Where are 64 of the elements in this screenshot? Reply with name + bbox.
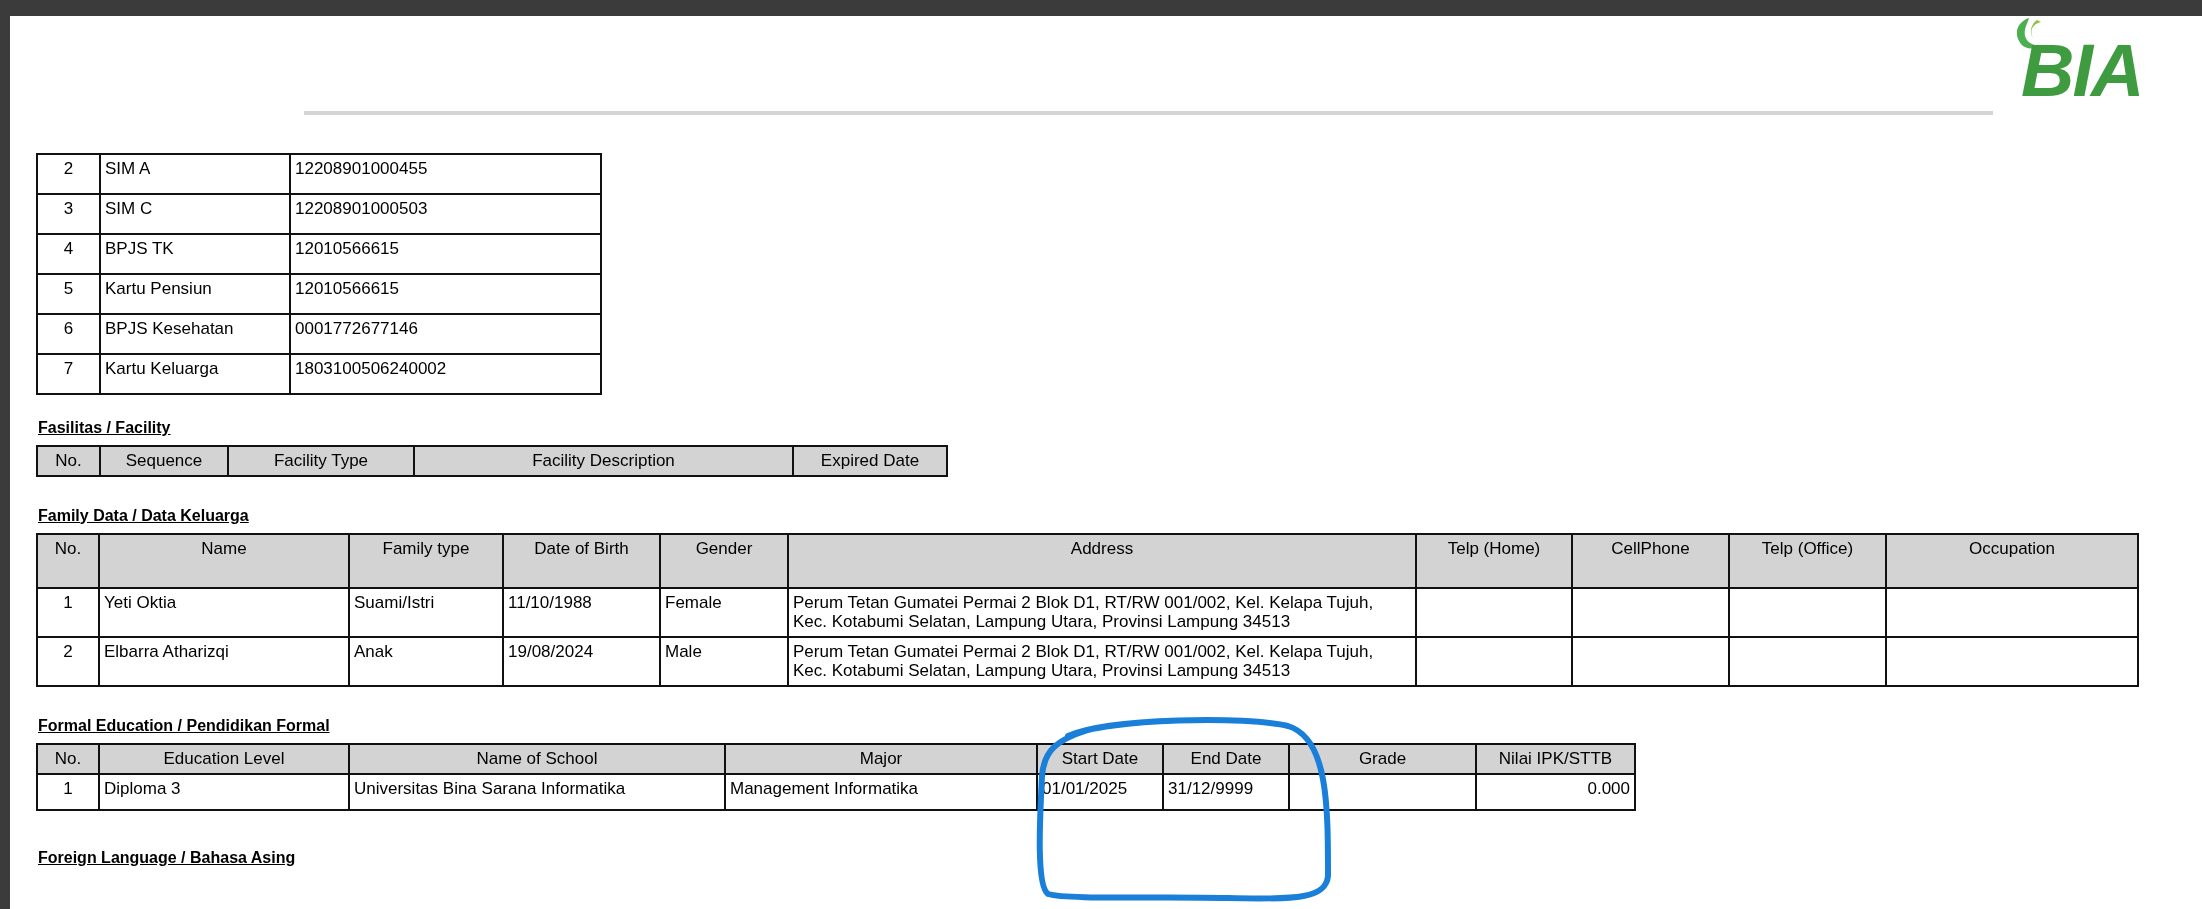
table-cell: 19/08/2024 xyxy=(503,636,660,686)
table-cell: Female xyxy=(660,587,788,637)
table-cell: 2 xyxy=(37,636,99,686)
column-header: Occupation xyxy=(1886,533,2138,588)
table-cell: 12010566615 xyxy=(290,234,601,274)
column-header: Nilai IPK/STTB xyxy=(1476,743,1635,774)
column-header: No. xyxy=(37,533,99,588)
table-cell: 5 xyxy=(37,274,100,314)
table-cell: Anak xyxy=(349,636,503,686)
table-cell: 31/12/9999 xyxy=(1163,773,1289,810)
table-cell: Yeti Oktia xyxy=(99,587,349,637)
column-header: Grade xyxy=(1289,743,1476,774)
column-header: Telp (Office) xyxy=(1729,533,1886,588)
table-cell: Kartu Keluarga xyxy=(100,354,290,394)
table-cell: 6 xyxy=(37,314,100,354)
column-header: No. xyxy=(37,446,100,476)
table-cell: Diploma 3 xyxy=(99,773,349,810)
column-header: No. xyxy=(37,743,99,774)
table-cell: Perum Tetan Gumatei Permai 2 Blok D1, RT/RW 001/002, Kel. Kelapa Tujuh, Kec. Kotabumi Selatan, Lampung Utara, Provinsi Lampung 34513 xyxy=(788,587,1416,637)
table-cell: 1 xyxy=(37,587,99,637)
table-cell: 0.000 xyxy=(1476,773,1635,810)
section-heading: Formal Education / Pendidikan Formal xyxy=(38,716,330,735)
table-cell: 12208901000503 xyxy=(290,194,601,234)
table-cell: 2 xyxy=(37,154,100,194)
column-header: Address xyxy=(788,533,1416,588)
section-heading: Family Data / Data Keluarga xyxy=(38,506,249,525)
table-cell: Universitas Bina Sarana Informatika xyxy=(349,773,725,810)
table-cell: Management Informatika xyxy=(725,773,1037,810)
table-cell: BPJS TK xyxy=(100,234,290,274)
column-header: Start Date xyxy=(1037,743,1163,774)
column-header: Education Level xyxy=(99,743,349,774)
table-cell: Perum Tetan Gumatei Permai 2 Blok D1, RT/RW 001/002, Kel. Kelapa Tujuh, Kec. Kotabumi Selatan, Lampung Utara, Provinsi Lampung 34513 xyxy=(788,636,1416,686)
column-header: Major xyxy=(725,743,1037,774)
table-cell: 0001772677146 xyxy=(290,314,601,354)
column-header: Facility Type xyxy=(228,446,414,476)
table-cell: Kartu Pensiun xyxy=(100,274,290,314)
column-header: Name xyxy=(99,533,349,588)
logo-text: BIA xyxy=(2021,34,2143,108)
section-heading: Fasilitas / Facility xyxy=(38,419,171,437)
column-header: Date of Birth xyxy=(503,533,660,588)
table-cell: 12208901000455 xyxy=(290,154,601,194)
section-heading: Foreign Language / Bahasa Asing xyxy=(38,848,296,867)
table-cell: Elbarra Atharizqi xyxy=(99,636,349,686)
table-cell: 12010566615 xyxy=(290,274,601,314)
column-header: Sequence xyxy=(100,446,228,476)
table-cell: 7 xyxy=(37,354,100,394)
table-cell: BPJS Kesehatan xyxy=(100,314,290,354)
table-cell: SIM A xyxy=(100,154,290,194)
table-cell: 3 xyxy=(37,194,100,234)
column-header: Name of School xyxy=(349,743,725,774)
column-header: Telp (Home) xyxy=(1416,533,1572,588)
table-cell: 11/10/1988 xyxy=(503,587,660,637)
table-cell: SIM C xyxy=(100,194,290,234)
column-header: Expired Date xyxy=(793,446,947,476)
column-header: Family type xyxy=(349,533,503,588)
table-cell: Suami/Istri xyxy=(349,587,503,637)
column-header: Gender xyxy=(660,533,788,588)
table-cell: Male xyxy=(660,636,788,686)
column-header: CellPhone xyxy=(1572,533,1729,588)
table-cell: 1803100506240002 xyxy=(290,354,601,394)
table-cell: 4 xyxy=(37,234,100,274)
column-header: Facility Description xyxy=(414,446,793,476)
column-header: End Date xyxy=(1163,743,1289,774)
table-cell: 1 xyxy=(37,773,99,810)
